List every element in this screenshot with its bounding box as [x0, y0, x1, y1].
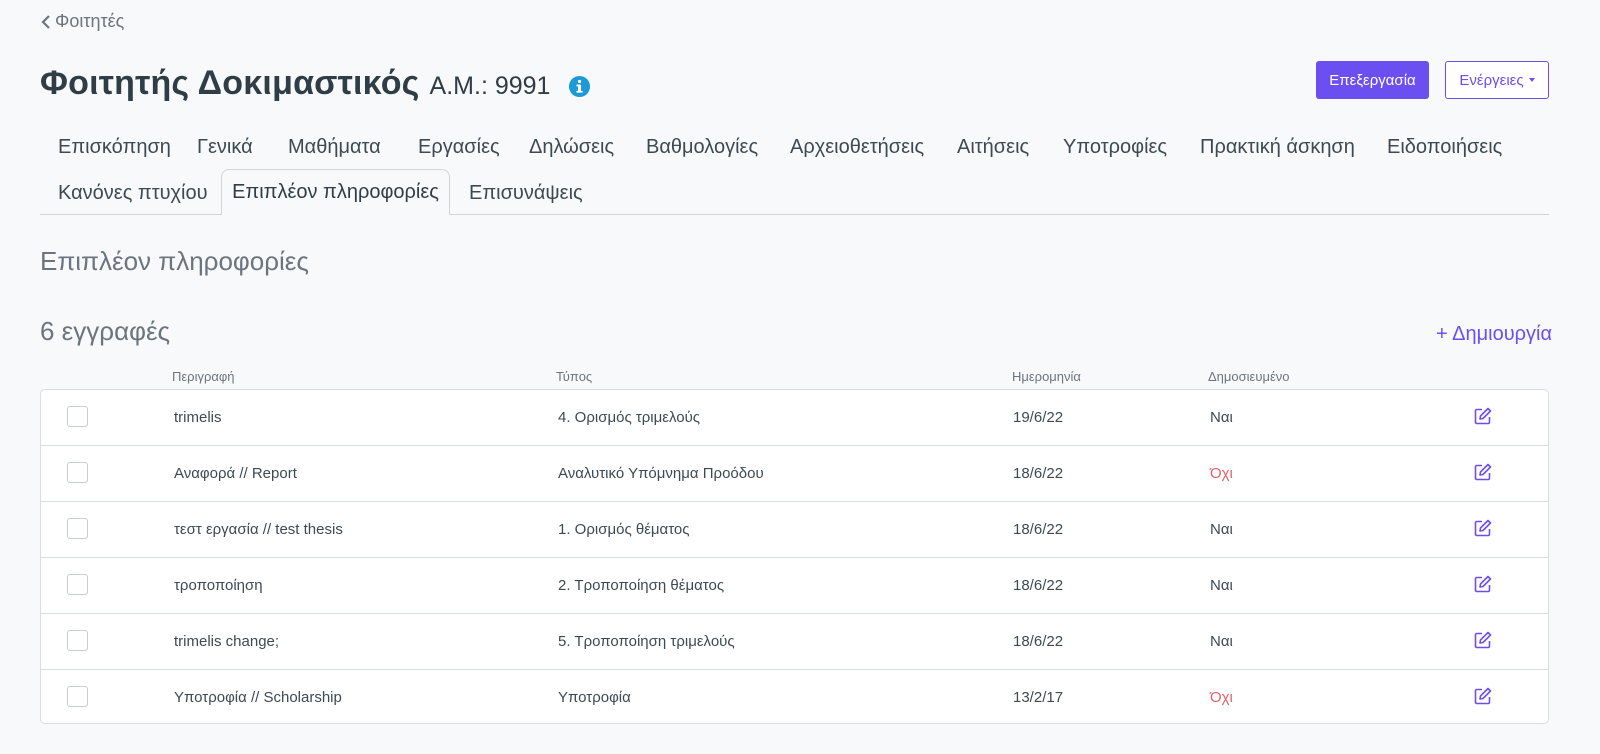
cell-date: 13/2/17: [1013, 689, 1064, 706]
section-title: Επιπλέον πληροφορίες: [40, 246, 309, 276]
cell-description: trimelis: [174, 409, 222, 426]
cell-description: Αναφορά // Report: [174, 465, 297, 482]
column-header-description[interactable]: Περιγραφή: [172, 369, 235, 384]
edit-icon[interactable]: [1474, 575, 1492, 593]
caret-down-icon: [1528, 78, 1535, 82]
cell-date: 18/6/22: [1013, 465, 1064, 482]
tab-degree-rules[interactable]: Κανόνες πτυχίου: [58, 182, 208, 205]
table-row: trimelis change; 5. Τροποποίηση τριμελού…: [41, 613, 1548, 669]
cell-type: Υποτροφία: [558, 689, 631, 706]
table-row: trimelis 4. Ορισμός τριμελούς 19/6/22 Να…: [41, 390, 1548, 446]
tab-requests[interactable]: Αιτήσεις: [957, 136, 1029, 159]
table-row: τεστ εργασία // test thesis 1. Ορισμός θ…: [41, 501, 1548, 557]
info-icon[interactable]: [568, 75, 591, 98]
row-checkbox[interactable]: [67, 686, 88, 707]
cell-type: 5. Τροποποίηση τριμελούς: [558, 633, 735, 650]
column-header-published[interactable]: Δημοσιευμένο: [1208, 369, 1289, 384]
tab-general[interactable]: Γενικά: [197, 136, 253, 159]
back-link[interactable]: Φοιτητές: [41, 11, 124, 32]
cell-published: Ναι: [1210, 409, 1233, 426]
column-header-date[interactable]: Ημερομηνία: [1012, 369, 1081, 384]
cell-published: Ναι: [1210, 633, 1233, 650]
column-header-type[interactable]: Τύπος: [556, 369, 592, 384]
cell-published: Ναι: [1210, 521, 1233, 538]
cell-date: 19/6/22: [1013, 409, 1064, 426]
tab-courses[interactable]: Μαθήματα: [288, 136, 381, 159]
cell-published: Όχι: [1210, 689, 1233, 706]
back-link-label: Φοιτητές: [55, 11, 125, 31]
edit-button[interactable]: Επεξεργασία: [1316, 61, 1429, 99]
records-count: 6 εγγραφές: [40, 316, 171, 346]
chevron-left-icon: [41, 14, 50, 29]
edit-icon[interactable]: [1474, 407, 1492, 425]
tab-assignments[interactable]: Εργασίες: [418, 136, 500, 159]
cell-date: 18/6/22: [1013, 577, 1064, 594]
records-table: trimelis 4. Ορισμός τριμελούς 19/6/22 Να…: [40, 389, 1549, 724]
actions-dropdown-label: Ενέργειες: [1459, 71, 1524, 89]
cell-type: 2. Τροποποίηση θέματος: [558, 577, 725, 594]
cell-type: 4. Ορισμός τριμελούς: [558, 409, 701, 426]
tab-archives[interactable]: Αρχειοθετήσεις: [790, 136, 924, 159]
edit-icon[interactable]: [1474, 519, 1492, 537]
row-checkbox[interactable]: [67, 462, 88, 483]
tab-internship[interactable]: Πρακτική άσκηση: [1200, 136, 1355, 159]
page-title: Φοιτητής Δοκιμαστικός Α.Μ.: 9991: [40, 64, 591, 103]
row-checkbox[interactable]: [67, 630, 88, 651]
student-id: Α.Μ.: 9991: [429, 72, 551, 100]
tab-overview[interactable]: Επισκόπηση: [58, 136, 171, 159]
tab-scholarships[interactable]: Υποτροφίες: [1063, 136, 1167, 159]
student-name: Φοιτητής Δοκιμαστικός: [40, 64, 420, 102]
cell-description: Υποτροφία // Scholarship: [174, 689, 342, 706]
table-row: Αναφορά // Report Αναλυτικό Υπόμνημα Προ…: [41, 445, 1548, 501]
table-row: Υποτροφία // Scholarship Υποτροφία 13/2/…: [41, 669, 1548, 725]
cell-type: Αναλυτικό Υπόμνημα Προόδου: [558, 465, 764, 482]
table-row: τροποποίηση 2. Τροποποίηση θέματος 18/6/…: [41, 557, 1548, 613]
cell-type: 1. Ορισμός θέματος: [558, 521, 690, 538]
cell-published: Ναι: [1210, 577, 1233, 594]
tab-attachments[interactable]: Επισυνάψεις: [469, 182, 583, 205]
tab-notifications[interactable]: Ειδοποιήσεις: [1387, 136, 1502, 159]
cell-date: 18/6/22: [1013, 633, 1064, 650]
cell-published: Όχι: [1210, 465, 1233, 482]
edit-icon[interactable]: [1474, 631, 1492, 649]
edit-icon[interactable]: [1474, 687, 1492, 705]
cell-description: τεστ εργασία // test thesis: [174, 521, 343, 538]
edit-icon[interactable]: [1474, 463, 1492, 481]
tab-grades[interactable]: Βαθμολογίες: [646, 136, 758, 159]
actions-dropdown-button[interactable]: Ενέργειες: [1445, 61, 1549, 99]
row-checkbox[interactable]: [67, 406, 88, 427]
tab-additional-info[interactable]: Επιπλέον πληροφορίες: [221, 169, 450, 215]
tab-declarations[interactable]: Δηλώσεις: [529, 136, 614, 159]
cell-description: τροποποίηση: [174, 577, 263, 594]
cell-date: 18/6/22: [1013, 521, 1064, 538]
row-checkbox[interactable]: [67, 574, 88, 595]
cell-description: trimelis change;: [174, 633, 280, 650]
row-checkbox[interactable]: [67, 518, 88, 539]
create-button[interactable]: + Δημιουργία: [1436, 323, 1552, 346]
